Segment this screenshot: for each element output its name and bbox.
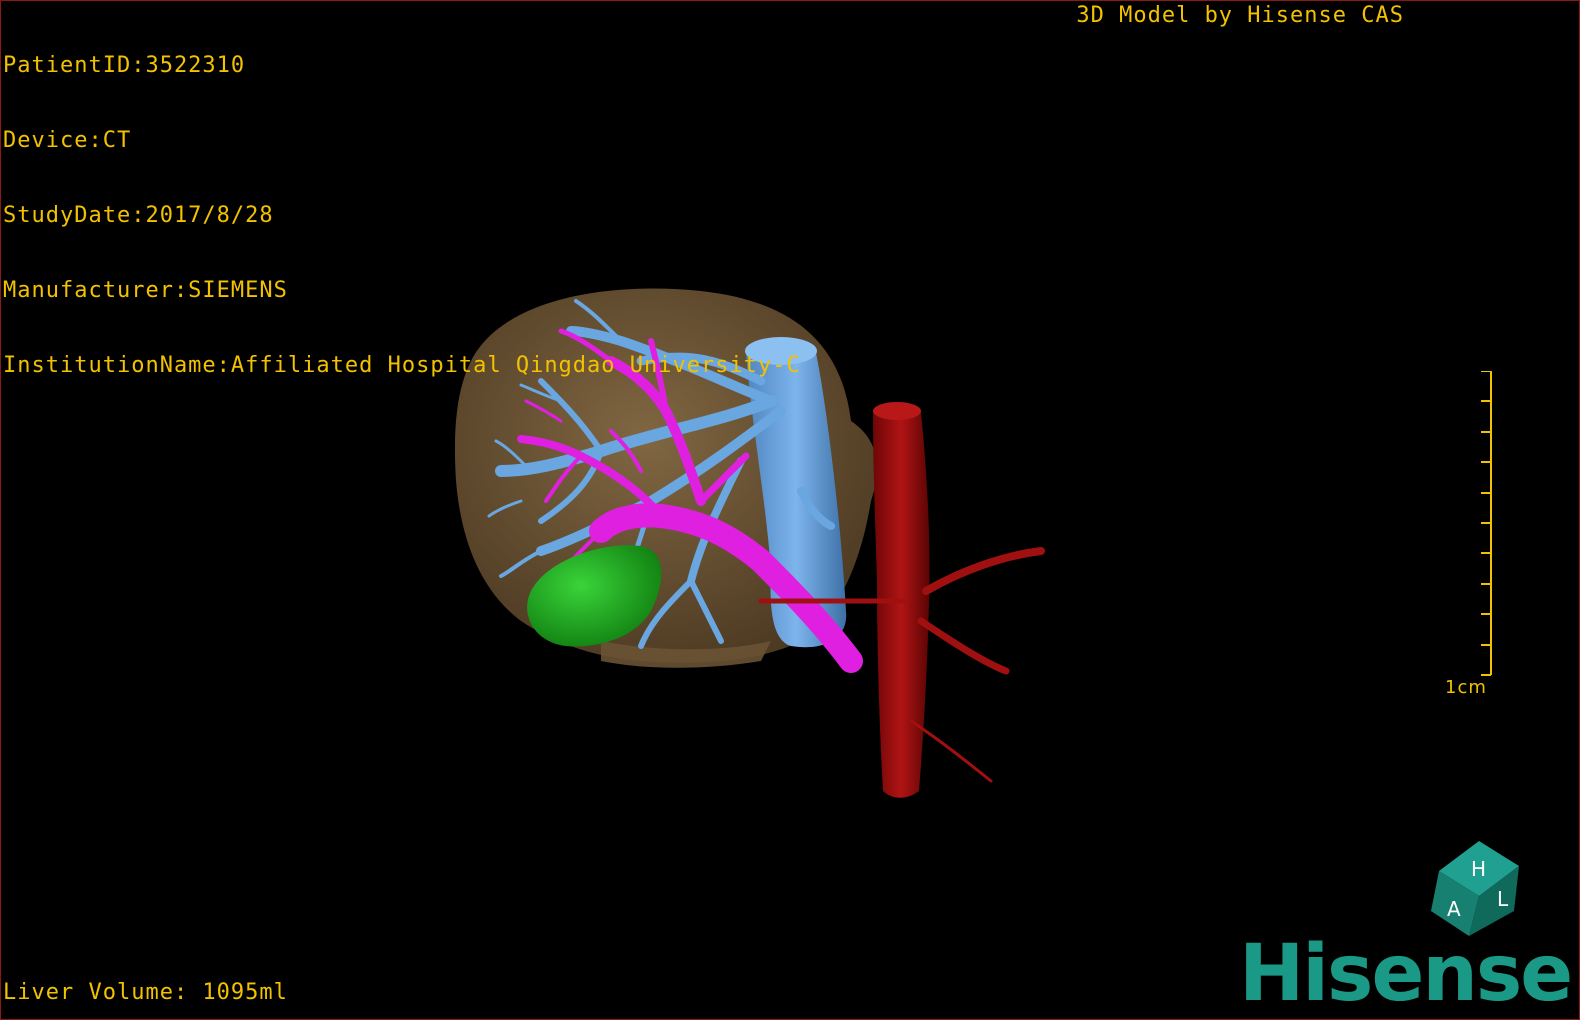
liver-volume-readout: Liver Volume: 1095ml — [3, 980, 288, 1005]
render-viewport[interactable]: PatientID:3522310 Device:CT StudyDate:20… — [0, 0, 1580, 1020]
cube-label-a: A — [1447, 897, 1461, 921]
viewer-title: 3D Model by Hisense CAS — [1076, 3, 1404, 28]
cube-label-l: L — [1497, 887, 1509, 911]
device-info: Device:CT — [3, 128, 132, 153]
manufacturer-info: Manufacturer:SIEMENS — [3, 278, 288, 303]
patient-info-panel: PatientID:3522310 Device:CT StudyDate:20… — [3, 3, 801, 428]
hisense-logo: Hisense — [1239, 929, 1573, 1019]
study-date: StudyDate:2017/8/28 — [3, 203, 274, 228]
institution-name: InstitutionName:Affiliated Hospital Qing… — [3, 353, 801, 378]
cube-label-h: H — [1471, 857, 1486, 881]
patient-id: PatientID:3522310 — [3, 53, 246, 78]
scale-bar — [1481, 371, 1492, 676]
scale-bar-label: 1cm — [1445, 677, 1487, 698]
